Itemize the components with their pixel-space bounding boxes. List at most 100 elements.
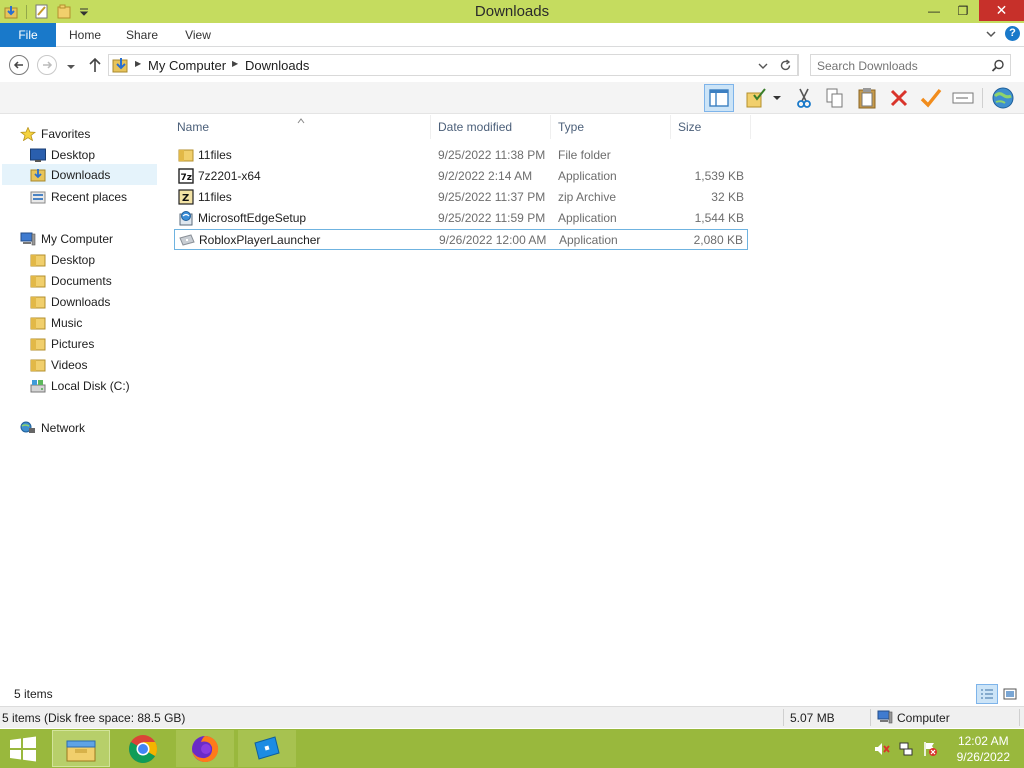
copy-button[interactable] [822,85,848,111]
desktop-icon [30,148,46,162]
command-toolbar [0,82,1024,114]
file-date-modified: 9/25/2022 11:38 PM [438,148,546,162]
help-icon[interactable]: ? [1005,26,1020,41]
file-type: Application [559,233,618,247]
tab-view[interactable]: View [178,23,218,47]
nav-item-recent-places[interactable]: Recent places [30,186,127,207]
nav-item-favorites-desktop[interactable]: Desktop [30,144,95,165]
item-count: 5 items [14,687,53,701]
column-header-type[interactable]: Type [551,115,671,139]
details-divider [783,709,784,726]
file-type: File folder [558,148,611,162]
start-button[interactable] [8,736,38,762]
chevron-down-icon[interactable] [985,28,997,40]
taskbar-roblox-studio[interactable] [238,730,296,767]
paste-button[interactable] [854,85,880,111]
select-items-button[interactable] [744,85,770,111]
nav-item-favorites-downloads[interactable]: Downloads [2,164,157,185]
nav-item-local-disk[interactable]: Local Disk (C:) [30,375,130,396]
search-input[interactable] [817,58,987,73]
nav-network[interactable]: Network [20,417,85,438]
network-status-icon[interactable] [898,741,914,757]
installer-icon [178,210,194,226]
nav-item-music[interactable]: Music [30,312,82,333]
tab-share[interactable]: Share [120,23,164,47]
address-history-chevron-icon[interactable] [758,60,768,70]
column-header-size[interactable]: Size [671,115,751,139]
search-box[interactable] [810,54,1011,76]
preview-pane-button[interactable] [704,84,734,112]
file-type: Application [558,211,617,225]
tab-home[interactable]: Home [62,23,108,47]
column-header-date-modified[interactable]: Date modified [431,115,551,139]
folder-icon [30,358,46,372]
file-name: RobloxPlayerLauncher [199,233,321,247]
details-view-button[interactable] [976,684,998,704]
nav-item-label: Documents [51,273,112,288]
up-arrow-icon[interactable] [88,57,102,73]
forward-button[interactable] [37,55,57,75]
file-row-focused[interactable]: RobloxPlayerLauncher 9/26/2022 12:00 AM … [174,229,748,250]
nav-item-label: Downloads [51,294,111,309]
breadcrumb-separator[interactable]: ▶ [232,59,238,68]
computer-icon [877,710,893,724]
nav-item-label: Pictures [51,336,95,351]
taskbar: 12:02 AM 9/26/2022 [0,729,1024,768]
nav-item-pictures[interactable]: Pictures [30,333,94,354]
rename-button[interactable] [950,85,976,111]
nav-item-downloads[interactable]: Downloads [30,291,110,312]
file-row[interactable]: 7z 7z2201-x64 9/2/2022 2:14 AM Applicati… [174,166,748,187]
nav-favorites[interactable]: Favorites [19,123,90,144]
select-dropdown-chevron-icon[interactable] [770,85,784,111]
globe-icon [992,87,1014,109]
network-globe-button[interactable] [990,85,1016,111]
action-center-flag-icon[interactable] [922,741,938,757]
file-row[interactable]: MicrosoftEdgeSetup 9/25/2022 11:59 PM Ap… [174,208,748,229]
column-header-name[interactable]: Name [170,115,431,139]
address-bar[interactable]: ▶ My Computer ▶ Downloads [108,54,798,76]
taskbar-firefox[interactable] [176,730,234,767]
status-bar: 5 items [0,683,1024,705]
search-icon[interactable] [991,59,1005,73]
volume-muted-icon[interactable] [874,741,890,757]
breadcrumb-my-computer[interactable]: My Computer [148,58,226,73]
downloads-folder-icon [30,168,46,182]
7zip-icon: 7z [178,168,194,184]
breadcrumb-separator[interactable]: ▶ [135,59,141,68]
folder-check-icon [746,88,766,108]
file-size: 1,544 KB [694,211,744,225]
nav-item-videos[interactable]: Videos [30,354,87,375]
minimize-button[interactable]: — [919,0,949,21]
taskbar-file-explorer[interactable] [52,730,110,767]
apply-button[interactable] [918,85,944,111]
recent-locations-chevron-icon[interactable] [66,61,76,71]
nav-item-label: Desktop [51,252,96,267]
nav-item-documents[interactable]: Documents [30,270,112,291]
nav-network-label: Network [41,420,86,435]
scissors-icon [797,88,811,108]
file-row[interactable]: 11files 9/25/2022 11:38 PM File folder [174,145,748,166]
nav-my-computer[interactable]: My Computer [20,228,113,249]
delete-button[interactable] [886,85,912,111]
folder-icon [30,253,46,267]
chrome-icon [129,734,157,763]
refresh-button[interactable] [773,54,799,76]
file-name: 7z2201-x64 [198,169,261,183]
nav-item-desktop[interactable]: Desktop [30,249,95,270]
delete-x-icon [890,89,908,107]
taskbar-chrome[interactable] [114,730,172,767]
tab-file[interactable]: File [0,23,56,47]
system-clock[interactable]: 12:02 AM 9/26/2022 [957,733,1010,765]
checkmark-icon [920,88,942,108]
cut-button[interactable] [791,85,817,111]
folder-icon [178,147,194,163]
maximize-button[interactable]: ❐ [949,0,977,21]
file-size: 32 KB [711,190,744,204]
file-row[interactable]: Z 11files 9/25/2022 11:37 PM zip Archive… [174,187,748,208]
breadcrumb-downloads[interactable]: Downloads [245,58,309,73]
svg-text:Z: Z [182,193,189,204]
file-date-modified: 9/26/2022 12:00 AM [439,233,547,247]
close-button[interactable]: ✕ [979,0,1024,21]
back-button[interactable] [9,55,29,75]
large-icons-view-button[interactable] [1001,685,1019,703]
